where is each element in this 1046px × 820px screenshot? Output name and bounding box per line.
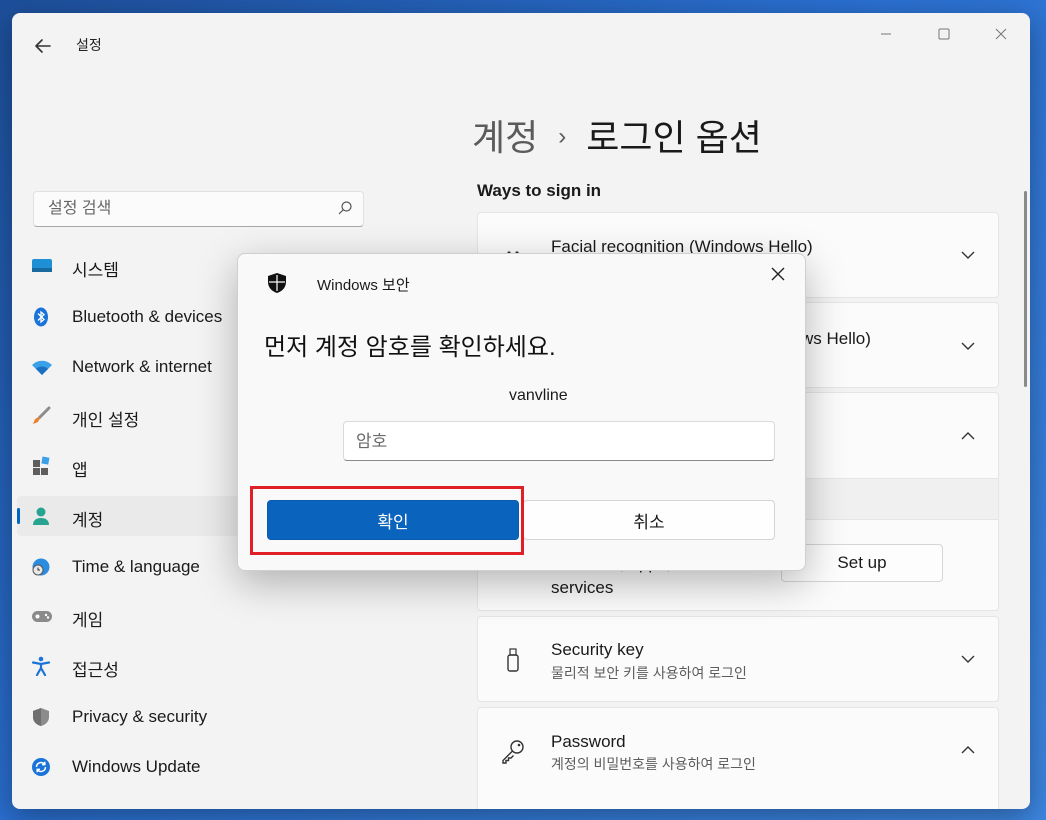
cancel-button[interactable]: 취소 (523, 500, 775, 540)
breadcrumb: 계정 › 로그인 옵션 (472, 109, 762, 161)
sidebar-item-windows-update[interactable]: Windows Update (17, 747, 357, 787)
dialog-app-name: Windows 보안 (317, 277, 410, 294)
windows-security-dialog: Windows 보안 먼저 계정 암호를 확인하세요. vanvline 확인 … (237, 253, 806, 571)
page-title: 로그인 옵션 (586, 117, 762, 158)
chevron-down-icon[interactable] (960, 651, 976, 667)
password-input[interactable] (354, 431, 758, 453)
sidebar-item-label: 계정 (72, 511, 104, 530)
breadcrumb-parent[interactable]: 계정 (472, 117, 538, 158)
search-box[interactable] (33, 191, 364, 227)
card-subtitle: 계정의 비밀번호를 사용하여 로그인 (551, 756, 756, 772)
sidebar-item-privacy-security[interactable]: Privacy & security (17, 697, 357, 737)
globe-clock-icon (31, 557, 51, 577)
sidebar-item-label: Privacy & security (72, 707, 208, 726)
sidebar-item-label: Bluetooth & devices (72, 307, 223, 326)
card-subtitle: 물리적 보안 키를 사용하여 로그인 (551, 665, 747, 681)
close-icon[interactable] (768, 264, 788, 284)
card-title: Password (551, 732, 626, 751)
card-password[interactable]: Password 계정의 비밀번호를 사용하여 로그인 (477, 707, 999, 809)
sidebar-item-label: Time & language (72, 557, 200, 576)
scrollbar[interactable] (1024, 191, 1027, 387)
search-input[interactable] (46, 199, 330, 219)
chevron-down-icon[interactable] (960, 247, 976, 263)
apps-icon (31, 456, 51, 476)
brush-icon (31, 406, 51, 426)
minimize-icon[interactable] (872, 25, 900, 47)
dialog-heading: 먼저 계정 암호를 확인하세요. (264, 334, 556, 361)
bluetooth-icon (31, 307, 51, 327)
section-title: Ways to sign in (477, 181, 602, 200)
back-arrow-icon[interactable] (32, 35, 54, 57)
sidebar-item-accessibility[interactable]: 접근성 (17, 646, 357, 686)
sidebar-item-label: 접근성 (72, 661, 119, 680)
card-title: Security key (551, 640, 644, 659)
sidebar-item-gaming[interactable]: 게임 (17, 596, 357, 636)
sidebar-item-label: 게임 (72, 611, 104, 630)
sidebar-item-label: 시스템 (72, 261, 119, 280)
card-subtitle: services (551, 578, 614, 597)
close-window-icon[interactable] (987, 25, 1015, 47)
wifi-icon (31, 357, 52, 377)
chevron-up-icon[interactable] (960, 742, 976, 758)
chevron-down-icon[interactable] (960, 338, 976, 354)
card-title: ws Hello) (801, 329, 871, 348)
shield-icon (266, 272, 288, 294)
key-icon (500, 738, 526, 764)
breadcrumb-separator: › (558, 123, 567, 150)
sidebar-item-label: Network & internet (72, 357, 212, 376)
ok-button[interactable]: 확인 (267, 500, 519, 540)
shield-icon (31, 707, 51, 727)
gamepad-icon (31, 606, 52, 626)
app-title: 설정 (76, 37, 102, 53)
dialog-username: vanvline (509, 387, 568, 404)
sidebar-item-label: 개인 설정 (72, 411, 140, 430)
sidebar-item-label: Windows Update (72, 757, 201, 776)
update-icon (31, 757, 51, 777)
maximize-icon[interactable] (930, 25, 958, 47)
monitor-icon (31, 256, 52, 276)
person-icon (31, 506, 51, 526)
chevron-up-icon[interactable] (960, 428, 976, 444)
active-indicator (17, 508, 20, 524)
search-icon[interactable] (337, 200, 353, 216)
usb-key-icon (500, 647, 526, 673)
sidebar-item-label: 앱 (72, 461, 88, 480)
password-field[interactable] (343, 421, 775, 461)
accessibility-icon (31, 656, 51, 677)
card-security-key[interactable]: Security key 물리적 보안 키를 사용하여 로그인 (477, 616, 999, 702)
